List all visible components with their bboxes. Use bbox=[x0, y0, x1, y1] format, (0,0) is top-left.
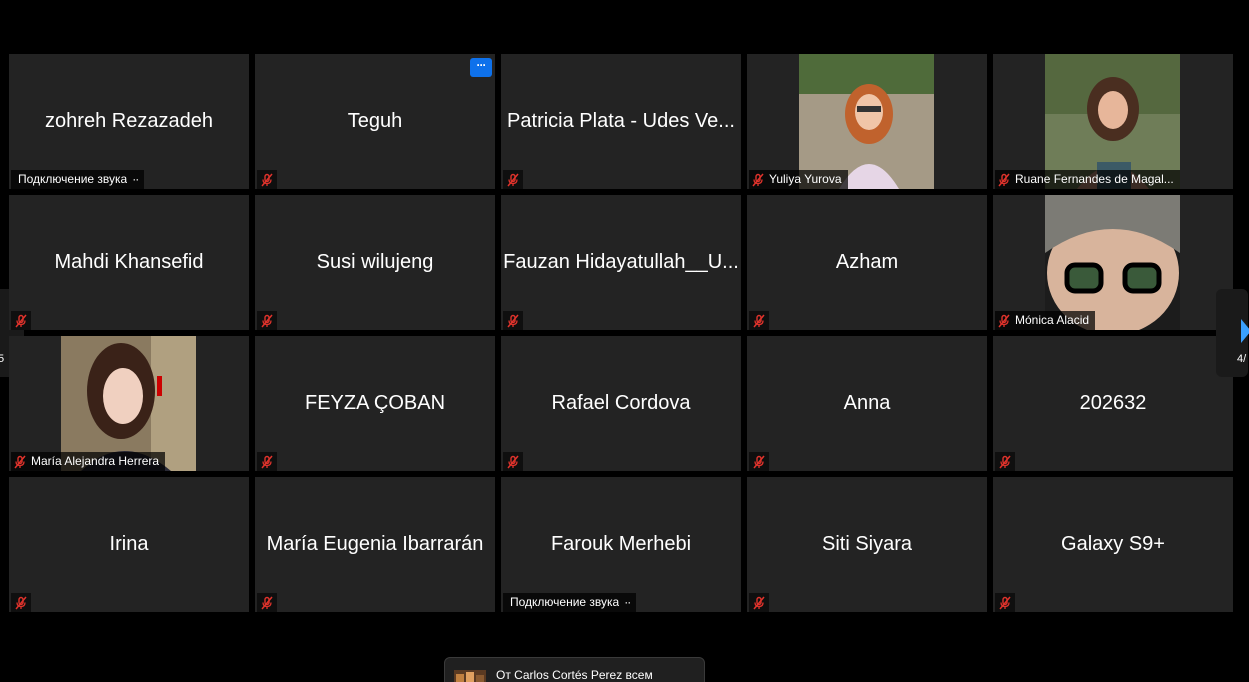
meeting-gallery-view: 5 zohreh Rezazadeh Подключение звука ·· Teg… bbox=[0, 0, 1249, 682]
page-indicator-right: 4/ bbox=[1237, 353, 1247, 365]
muted-mic-icon bbox=[261, 314, 273, 327]
participant-tile[interactable]: Ruane Fernandes de Magal... bbox=[993, 54, 1233, 189]
participant-name-label: Yuliya Yurova bbox=[749, 170, 848, 189]
muted-mic-icon bbox=[753, 455, 765, 468]
participant-tile[interactable]: Fauzan Hidayatullah__U... bbox=[501, 195, 741, 330]
participant-name: Irina bbox=[109, 533, 149, 555]
participant-tile[interactable]: María Eugenia Ibarrarán bbox=[255, 477, 495, 612]
muted-mic-icon bbox=[507, 455, 519, 468]
page-indicator-left: 5 bbox=[0, 353, 5, 365]
participant-name: Farouk Merhebi bbox=[550, 533, 692, 555]
audio-connecting-status: Подключение звука ·· bbox=[11, 170, 145, 189]
participant-tile[interactable]: Patricia Plata - Udes Ve... bbox=[501, 54, 741, 189]
participant-tile[interactable]: Galaxy S9+ bbox=[993, 477, 1233, 612]
muted-indicator bbox=[995, 452, 1015, 471]
participant-video bbox=[1045, 195, 1180, 330]
participant-name: Fauzan Hidayatullah__U... bbox=[503, 251, 739, 273]
muted-mic-icon bbox=[999, 596, 1011, 609]
participant-tile[interactable]: María Alejandra Herrera bbox=[9, 336, 249, 471]
participant-name: Teguh bbox=[347, 110, 403, 132]
chat-notification[interactable]: От Carlos Cortés Perez всем bbox=[444, 657, 705, 682]
muted-indicator bbox=[257, 593, 277, 612]
muted-indicator bbox=[749, 311, 769, 330]
participant-name: Galaxy S9+ bbox=[1061, 533, 1165, 555]
participant-tile[interactable]: Mahdi Khansefid bbox=[9, 195, 249, 330]
participant-name: Azham bbox=[835, 251, 899, 273]
participant-tile[interactable]: Farouk Merhebi Подключение звука ·· bbox=[501, 477, 741, 612]
muted-mic-icon bbox=[752, 173, 764, 186]
muted-mic-icon bbox=[14, 455, 26, 468]
muted-indicator bbox=[257, 452, 277, 471]
participant-tile[interactable]: zohreh Rezazadeh Подключение звука ·· bbox=[9, 54, 249, 189]
participant-name: Siti Siyara bbox=[821, 533, 913, 555]
participant-name: 202632 bbox=[1079, 392, 1147, 414]
participant-tile[interactable]: Anna bbox=[747, 336, 987, 471]
participant-name: Susi wilujeng bbox=[316, 251, 434, 273]
more-options-button[interactable]: ··· bbox=[470, 58, 492, 77]
participant-tile[interactable]: Teguh ··· bbox=[255, 54, 495, 189]
chevron-right-icon bbox=[1241, 319, 1249, 343]
muted-indicator bbox=[257, 170, 277, 189]
participant-name-label: Ruane Fernandes de Magal... bbox=[995, 170, 1180, 189]
participant-name: Mahdi Khansefid bbox=[54, 251, 204, 273]
muted-mic-icon bbox=[15, 314, 27, 327]
muted-mic-icon bbox=[261, 596, 273, 609]
muted-mic-icon bbox=[753, 596, 765, 609]
participant-name: Patricia Plata - Udes Ve... bbox=[507, 110, 735, 132]
participant-video bbox=[61, 336, 196, 471]
participant-name-label: María Alejandra Herrera bbox=[11, 452, 166, 471]
muted-indicator bbox=[11, 311, 31, 330]
muted-mic-icon bbox=[507, 173, 519, 186]
muted-mic-icon bbox=[753, 314, 765, 327]
next-page-button[interactable]: 4/ bbox=[1216, 289, 1249, 377]
participant-name: FEYZA ÇOBAN bbox=[304, 392, 446, 414]
participant-video bbox=[1045, 54, 1180, 189]
loading-dots: ·· bbox=[624, 595, 631, 609]
muted-indicator bbox=[503, 311, 523, 330]
muted-mic-icon bbox=[999, 455, 1011, 468]
muted-mic-icon bbox=[998, 314, 1010, 327]
muted-mic-icon bbox=[998, 173, 1010, 186]
muted-indicator bbox=[503, 452, 523, 471]
participant-tile[interactable]: Yuliya Yurova bbox=[747, 54, 987, 189]
participant-name: María Eugenia Ibarrarán bbox=[266, 533, 484, 555]
muted-indicator bbox=[749, 593, 769, 612]
participant-tile[interactable]: Susi wilujeng bbox=[255, 195, 495, 330]
participant-tile[interactable]: Mónica Alacid bbox=[993, 195, 1233, 330]
chat-sender-avatar bbox=[454, 670, 486, 682]
muted-indicator bbox=[11, 593, 31, 612]
participant-video bbox=[799, 54, 934, 189]
chat-notification-text: От Carlos Cortés Perez всем bbox=[496, 668, 653, 682]
muted-mic-icon bbox=[261, 173, 273, 186]
muted-indicator bbox=[503, 170, 523, 189]
muted-indicator bbox=[749, 452, 769, 471]
participant-name: zohreh Rezazadeh bbox=[45, 110, 213, 132]
loading-dots: ·· bbox=[132, 172, 139, 186]
participant-tile[interactable]: Azham bbox=[747, 195, 987, 330]
muted-indicator bbox=[995, 593, 1015, 612]
participant-name-label: Mónica Alacid bbox=[995, 311, 1096, 330]
participant-tile[interactable]: 202632 bbox=[993, 336, 1233, 471]
muted-indicator bbox=[257, 311, 277, 330]
muted-mic-icon bbox=[15, 596, 27, 609]
muted-mic-icon bbox=[261, 455, 273, 468]
participant-tile[interactable]: Irina bbox=[9, 477, 249, 612]
participant-name: Rafael Cordova bbox=[551, 392, 691, 414]
participant-tile[interactable]: Rafael Cordova bbox=[501, 336, 741, 471]
participant-tile[interactable]: Siti Siyara bbox=[747, 477, 987, 612]
muted-mic-icon bbox=[507, 314, 519, 327]
audio-connecting-status: Подключение звука ·· bbox=[503, 593, 637, 612]
participant-name: Anna bbox=[843, 392, 891, 414]
participant-tile[interactable]: FEYZA ÇOBAN bbox=[255, 336, 495, 471]
